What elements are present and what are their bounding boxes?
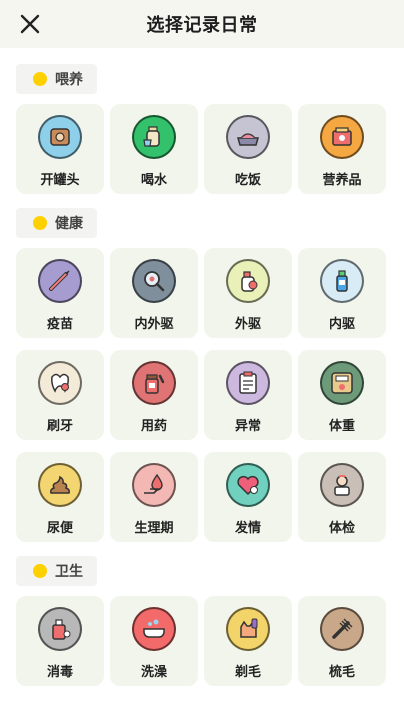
- category-card[interactable]: 内外驱: [110, 248, 198, 338]
- category-name: 外驱: [234, 317, 261, 332]
- category-name: 疫苗: [46, 317, 73, 332]
- category-card[interactable]: 内驱: [298, 248, 386, 338]
- category-card[interactable]: 生理期: [110, 452, 198, 542]
- can-icon: [38, 115, 82, 159]
- bathtub-icon: [132, 607, 176, 651]
- food-bowl-icon: [226, 115, 270, 159]
- category-name: 异常: [234, 419, 261, 434]
- category-card[interactable]: 消毒: [16, 596, 104, 686]
- category-name: 发情: [234, 521, 261, 536]
- category-name: 刷牙: [46, 419, 73, 434]
- category-name: 开罐头: [40, 173, 80, 188]
- category-card[interactable]: 刷牙: [16, 350, 104, 440]
- category-name: 用药: [140, 419, 167, 434]
- comb-icon: [320, 607, 364, 651]
- category-card[interactable]: 外驱: [204, 248, 292, 338]
- category-card[interactable]: 开罐头: [16, 104, 104, 194]
- category-card[interactable]: 发情: [204, 452, 292, 542]
- page-header: 选择记录日常: [0, 0, 404, 48]
- close-icon[interactable]: [18, 12, 42, 36]
- item-grid: 疫苗 内外驱 外驱 内驱刷牙 用药 异常 体重尿便 生理期 发情 体检: [16, 248, 388, 542]
- clipper-cat-icon: [226, 607, 270, 651]
- page-title: 选择记录日常: [146, 15, 258, 36]
- category-name: 梳毛: [328, 665, 355, 680]
- water-bottle-icon: [132, 115, 176, 159]
- item-grid: 消毒 洗澡 剃毛 梳毛: [16, 596, 388, 686]
- syringe-icon: [38, 259, 82, 303]
- category-name: 尿便: [46, 521, 73, 536]
- medicine-bottle-icon: [320, 259, 364, 303]
- spray-bottle-icon: [226, 259, 270, 303]
- category-name: 生理期: [134, 521, 174, 536]
- pill-bottle-icon: [132, 361, 176, 405]
- yellow-dot-icon: [33, 564, 47, 578]
- category-card[interactable]: 用药: [110, 350, 198, 440]
- magnifier-bug-icon: [132, 259, 176, 303]
- section-label: 喂养: [16, 64, 97, 94]
- category-card[interactable]: 吃饭: [204, 104, 292, 194]
- category-name: 内驱: [328, 317, 355, 332]
- tooth-icon: [38, 361, 82, 405]
- item-grid: 开罐头 喝水 吃饭 营养品: [16, 104, 388, 194]
- sanitizer-icon: [38, 607, 82, 651]
- category-card[interactable]: 梳毛: [298, 596, 386, 686]
- category-name: 体检: [328, 521, 355, 536]
- doctor-icon: [320, 463, 364, 507]
- category-card[interactable]: 尿便: [16, 452, 104, 542]
- category-name: 体重: [328, 419, 355, 434]
- section-label: 健康: [16, 208, 97, 238]
- yellow-dot-icon: [33, 72, 47, 86]
- category-card[interactable]: 营养品: [298, 104, 386, 194]
- scale-icon: [320, 361, 364, 405]
- category-card[interactable]: 洗澡: [110, 596, 198, 686]
- category-card[interactable]: 异常: [204, 350, 292, 440]
- category-card[interactable]: 体重: [298, 350, 386, 440]
- category-name: 喝水: [140, 173, 167, 188]
- category-card[interactable]: 剃毛: [204, 596, 292, 686]
- section-title: 健康: [55, 216, 83, 232]
- section-title: 喂养: [55, 72, 83, 88]
- supplement-box-icon: [320, 115, 364, 159]
- clipboard-icon: [226, 361, 270, 405]
- drop-hand-icon: [132, 463, 176, 507]
- section-label: 卫生: [16, 556, 97, 586]
- section-0: 喂养开罐头 喝水 吃饭 营养品: [16, 64, 388, 194]
- category-name: 剃毛: [234, 665, 261, 680]
- category-card[interactable]: 体检: [298, 452, 386, 542]
- yellow-dot-icon: [33, 216, 47, 230]
- category-name: 内外驱: [134, 317, 174, 332]
- section-2: 卫生消毒 洗澡 剃毛 梳毛: [16, 556, 388, 686]
- category-name: 吃饭: [234, 173, 261, 188]
- category-card[interactable]: 疫苗: [16, 248, 104, 338]
- poop-icon: [38, 463, 82, 507]
- section-title: 卫生: [55, 564, 83, 580]
- section-1: 健康疫苗 内外驱 外驱 内驱刷牙 用药 异常 体重尿便 生理期 发情 体检: [16, 208, 388, 542]
- category-name: 洗澡: [140, 665, 167, 680]
- category-list: 喂养开罐头 喝水 吃饭 营养品健康疫苗 内外驱 外驱 内驱刷牙 用药 异常 体重尿便 生理期 发情 体检…: [0, 48, 404, 686]
- category-card[interactable]: 喝水: [110, 104, 198, 194]
- category-name: 营养品: [322, 173, 362, 188]
- category-name: 消毒: [46, 665, 73, 680]
- heart-icon: [226, 463, 270, 507]
